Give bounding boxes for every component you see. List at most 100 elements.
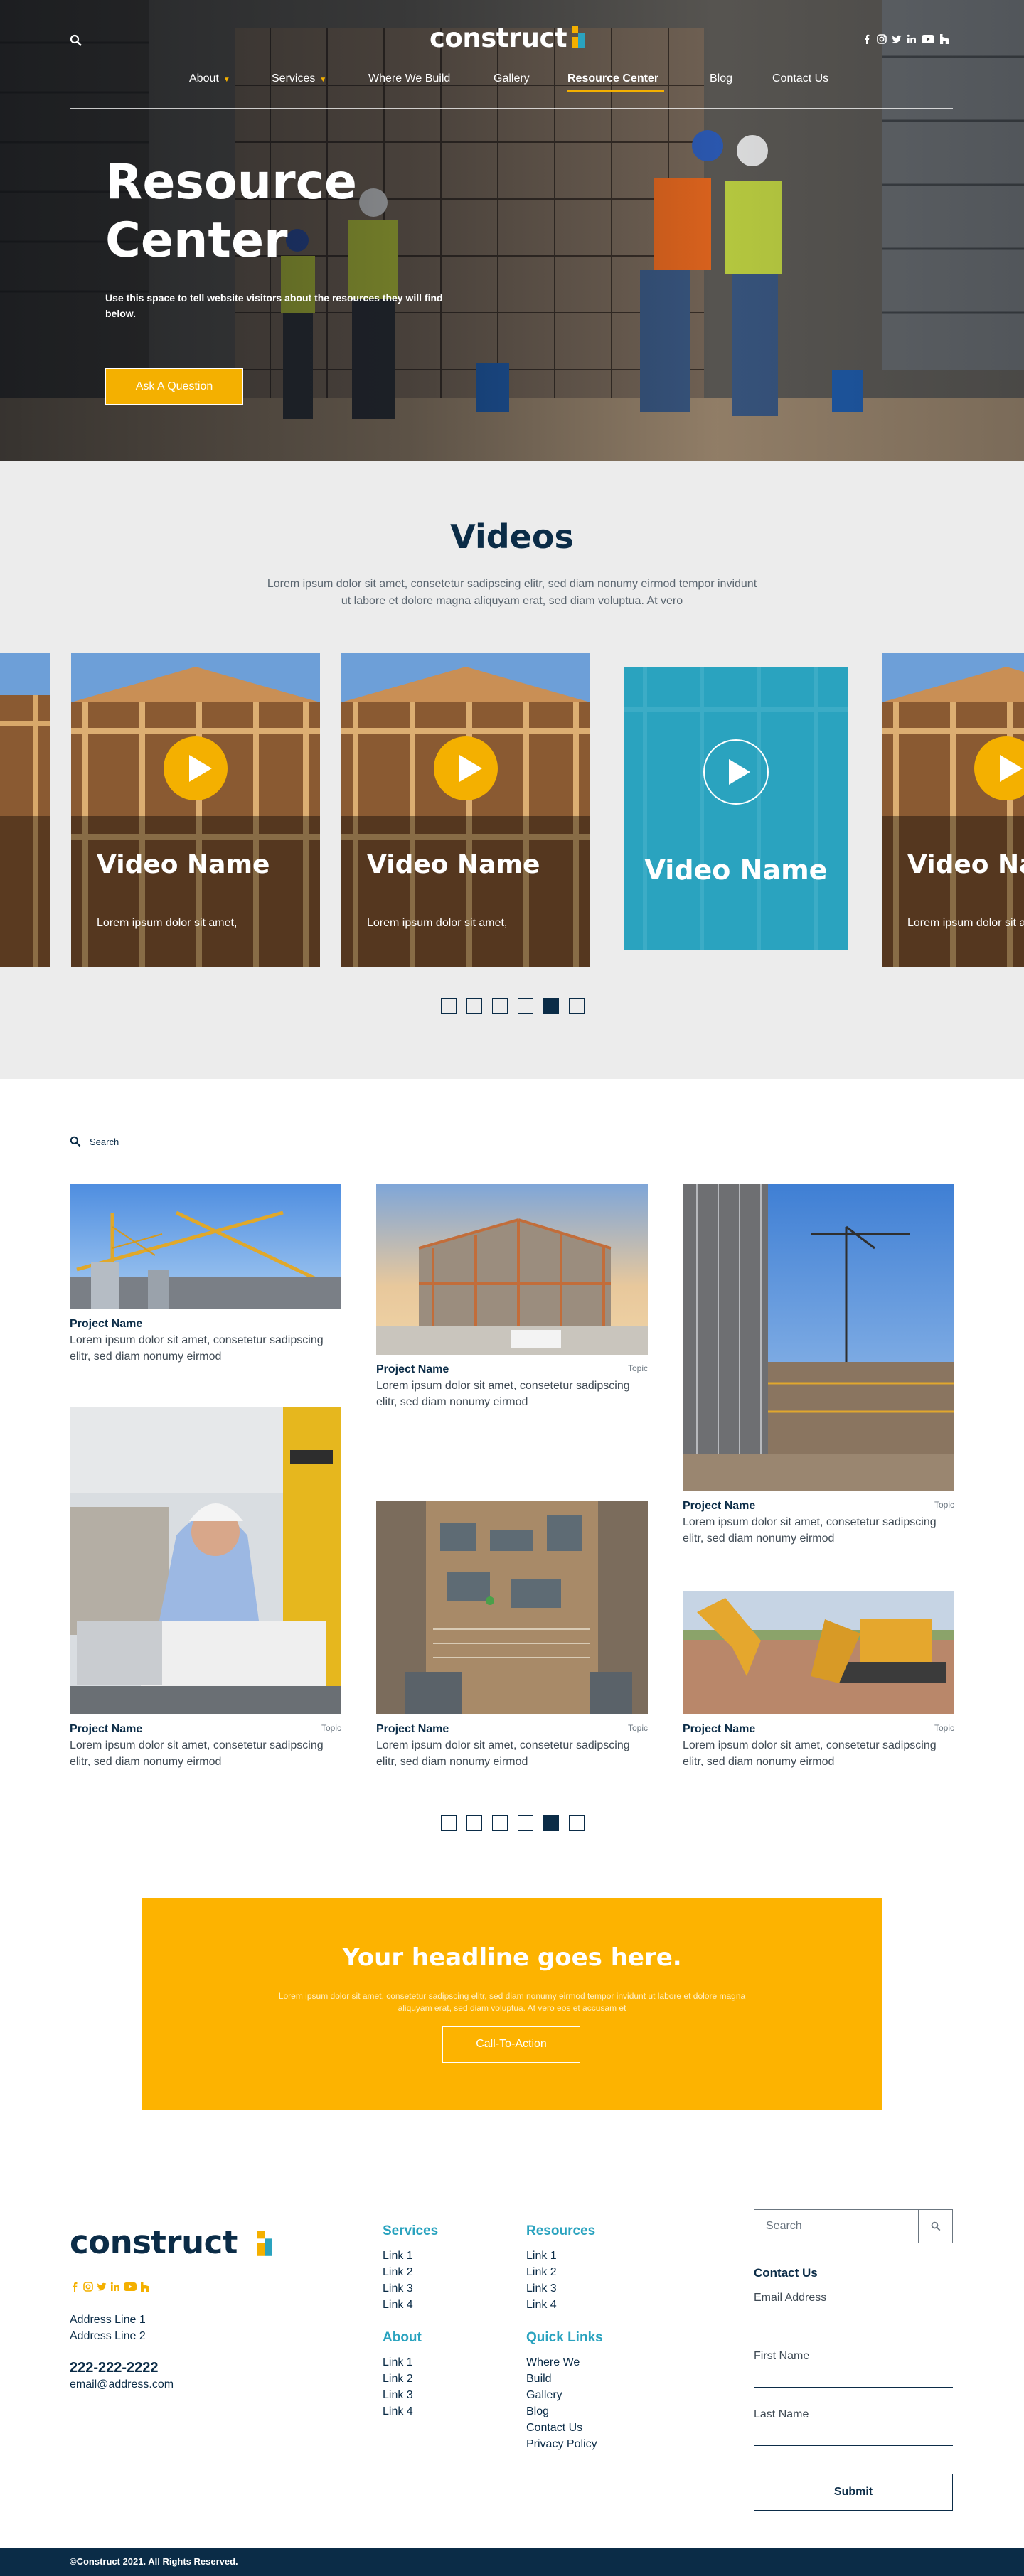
footer-search-input[interactable] (754, 2210, 918, 2243)
houzz-icon[interactable] (140, 2282, 150, 2292)
instagram-icon[interactable] (877, 34, 887, 44)
footer-services-title[interactable]: Services (383, 2223, 438, 2239)
ask-question-button[interactable]: Ask A Question (105, 368, 243, 405)
youtube-icon[interactable] (922, 34, 934, 44)
contact-form-title: Contact Us (754, 2266, 818, 2280)
pagination-dot[interactable] (441, 1815, 457, 1831)
pagination-dot[interactable] (492, 1815, 508, 1831)
footer-email[interactable]: email@address.com (70, 2378, 174, 2391)
footer-link[interactable]: Link 2 (383, 2264, 413, 2280)
pagination-dot-active[interactable] (543, 998, 559, 1014)
project-card[interactable]: Project Name Topic Lorem ipsum dolor sit… (683, 1184, 954, 1547)
footer-about-links: Link 1 Link 2 Link 3 Link 4 (383, 2354, 413, 2420)
video-card-highlighted[interactable]: Video Name (624, 667, 848, 950)
footer-link[interactable]: Link 1 (383, 2354, 413, 2371)
video-card[interactable] (0, 653, 50, 967)
title-line-1: Resource (105, 154, 358, 210)
footer-link[interactable]: Blog (526, 2403, 597, 2420)
footer-quick-links: Where We Build Gallery Blog Contact Us P… (526, 2354, 597, 2452)
copyright-bar: ©Construct 2021. All Rights Reserved. (0, 2548, 1024, 2576)
project-card[interactable]: Project Name Topic Lorem ipsum dolor sit… (376, 1501, 648, 1770)
project-description: Lorem ipsum dolor sit amet, consetetur s… (683, 1739, 937, 1768)
site-logo[interactable]: construct (430, 23, 567, 53)
video-pagination (441, 998, 585, 1014)
facebook-icon[interactable] (862, 34, 872, 44)
nav-item-where-we-build[interactable]: Where We Build (368, 73, 450, 85)
linkedin-icon[interactable] (110, 2282, 120, 2292)
last-name-field[interactable]: Last Name (754, 2408, 953, 2446)
pagination-dot[interactable] (569, 1815, 585, 1831)
project-card[interactable]: Project Name Topic Lorem ipsum dolor sit… (70, 1407, 341, 1770)
footer-link[interactable]: Gallery (526, 2387, 597, 2403)
footer-link[interactable]: Build (526, 2371, 597, 2387)
field-underline (754, 2445, 953, 2446)
footer-about-title[interactable]: About (383, 2330, 422, 2346)
pagination-dot-active[interactable] (543, 1815, 559, 1831)
play-button-icon[interactable] (164, 736, 228, 800)
video-card[interactable]: Video Name Lorem ipsum dolor sit amet, (71, 653, 320, 967)
project-image (376, 1501, 648, 1714)
footer-link[interactable]: Link 4 (383, 2297, 413, 2313)
video-card[interactable]: Video Name Lorem ipsum dolor sit amet, (882, 653, 1024, 967)
pagination-dot[interactable] (569, 998, 585, 1014)
nav-item-gallery[interactable]: Gallery (494, 73, 530, 85)
project-topic: Topic (934, 1723, 954, 1733)
nav-item-services[interactable]: Services ▼ (272, 73, 326, 85)
footer-link[interactable]: Contact Us (526, 2420, 597, 2436)
nav-item-blog[interactable]: Blog (710, 73, 732, 85)
footer-link[interactable]: Link 2 (383, 2371, 413, 2387)
search-input[interactable] (90, 1136, 245, 1147)
footer-link[interactable]: Link 4 (526, 2297, 557, 2313)
footer-link[interactable]: Link 3 (383, 2387, 413, 2403)
hero-section: construct About ▼ Services ▼ Where We Buil… (0, 0, 1024, 461)
footer-link[interactable]: Privacy Policy (526, 2436, 597, 2452)
project-title: Project Name (376, 1723, 449, 1735)
submit-button[interactable]: Submit (754, 2474, 953, 2511)
twitter-icon[interactable] (892, 34, 902, 44)
footer-link[interactable]: Link 4 (383, 2403, 413, 2420)
search-icon[interactable] (70, 1136, 81, 1147)
project-card[interactable]: Project Name Topic Lorem ipsum dolor sit… (683, 1591, 954, 1770)
video-card[interactable]: Video Name Lorem ipsum dolor sit amet, (341, 653, 590, 967)
nav-item-contact-us[interactable]: Contact Us (772, 73, 828, 85)
search-icon[interactable] (70, 34, 82, 47)
play-button-icon[interactable] (703, 739, 769, 805)
pagination-dot[interactable] (518, 1815, 533, 1831)
footer-quick-links-title[interactable]: Quick Links (526, 2330, 603, 2346)
instagram-icon[interactable] (83, 2282, 93, 2292)
project-title: Project Name (70, 1318, 143, 1330)
pagination-dot[interactable] (466, 998, 482, 1014)
facebook-icon[interactable] (70, 2282, 80, 2292)
email-field[interactable]: Email Address (754, 2292, 953, 2329)
first-name-field[interactable]: First Name (754, 2350, 953, 2388)
search-icon (931, 2221, 940, 2231)
footer-search (754, 2209, 953, 2243)
nav-item-resource-center[interactable]: Resource Center (567, 73, 658, 85)
field-label: First Name (754, 2350, 810, 2362)
footer-resources-title[interactable]: Resources (526, 2223, 595, 2239)
footer-logo[interactable]: construct (70, 2223, 238, 2261)
nav-item-about[interactable]: About ▼ (189, 73, 230, 85)
footer-link[interactable]: Link 3 (526, 2280, 557, 2297)
houzz-icon[interactable] (939, 34, 949, 44)
pagination-dot[interactable] (492, 998, 508, 1014)
footer-phone[interactable]: 222-222-2222 (70, 2360, 159, 2376)
cta-button[interactable]: Call-To-Action (442, 2026, 580, 2063)
footer-link[interactable]: Link 2 (526, 2264, 557, 2280)
footer-link[interactable]: Where We (526, 2354, 597, 2371)
youtube-icon[interactable] (124, 2282, 137, 2292)
footer-link[interactable]: Link 3 (383, 2280, 413, 2297)
project-card[interactable]: Project Name Lorem ipsum dolor sit amet,… (70, 1184, 341, 1365)
logo-mark-icon (257, 2231, 272, 2256)
twitter-icon[interactable] (97, 2282, 107, 2292)
linkedin-icon[interactable] (907, 34, 917, 44)
pagination-dot[interactable] (518, 998, 533, 1014)
play-button-icon[interactable] (434, 736, 498, 800)
project-card[interactable]: Project Name Topic Lorem ipsum dolor sit… (376, 1184, 648, 1410)
footer-link[interactable]: Link 1 (383, 2248, 413, 2264)
field-label: Last Name (754, 2408, 809, 2420)
footer-link[interactable]: Link 1 (526, 2248, 557, 2264)
pagination-dot[interactable] (441, 998, 457, 1014)
pagination-dot[interactable] (466, 1815, 482, 1831)
footer-search-button[interactable] (918, 2210, 952, 2243)
